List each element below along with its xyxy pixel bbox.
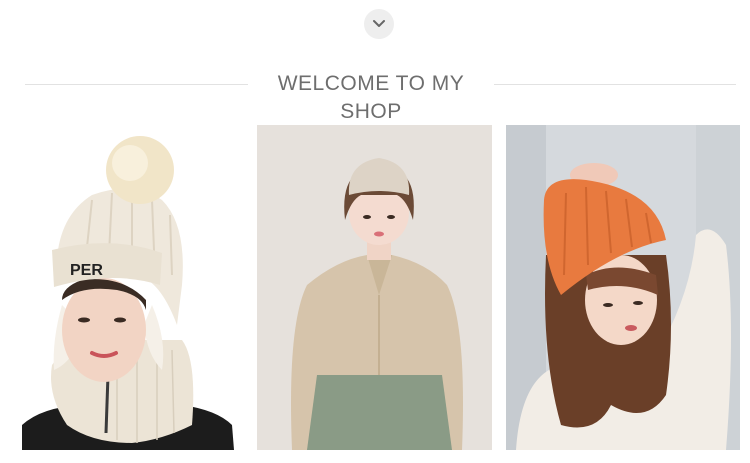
section-title: WELCOME TO MY SHOP xyxy=(277,72,465,123)
scroll-down-button[interactable] xyxy=(364,9,394,39)
divider-right xyxy=(494,84,736,85)
product-image-2[interactable] xyxy=(257,125,492,450)
hat-embroidery-text: PER xyxy=(70,262,103,279)
divider-left xyxy=(25,84,248,85)
product-image-3[interactable] xyxy=(506,125,740,450)
chevron-down-icon xyxy=(373,20,385,27)
section-header: WELCOME TO MY SHOP xyxy=(0,70,750,123)
product-image-1[interactable]: PER xyxy=(22,125,244,450)
